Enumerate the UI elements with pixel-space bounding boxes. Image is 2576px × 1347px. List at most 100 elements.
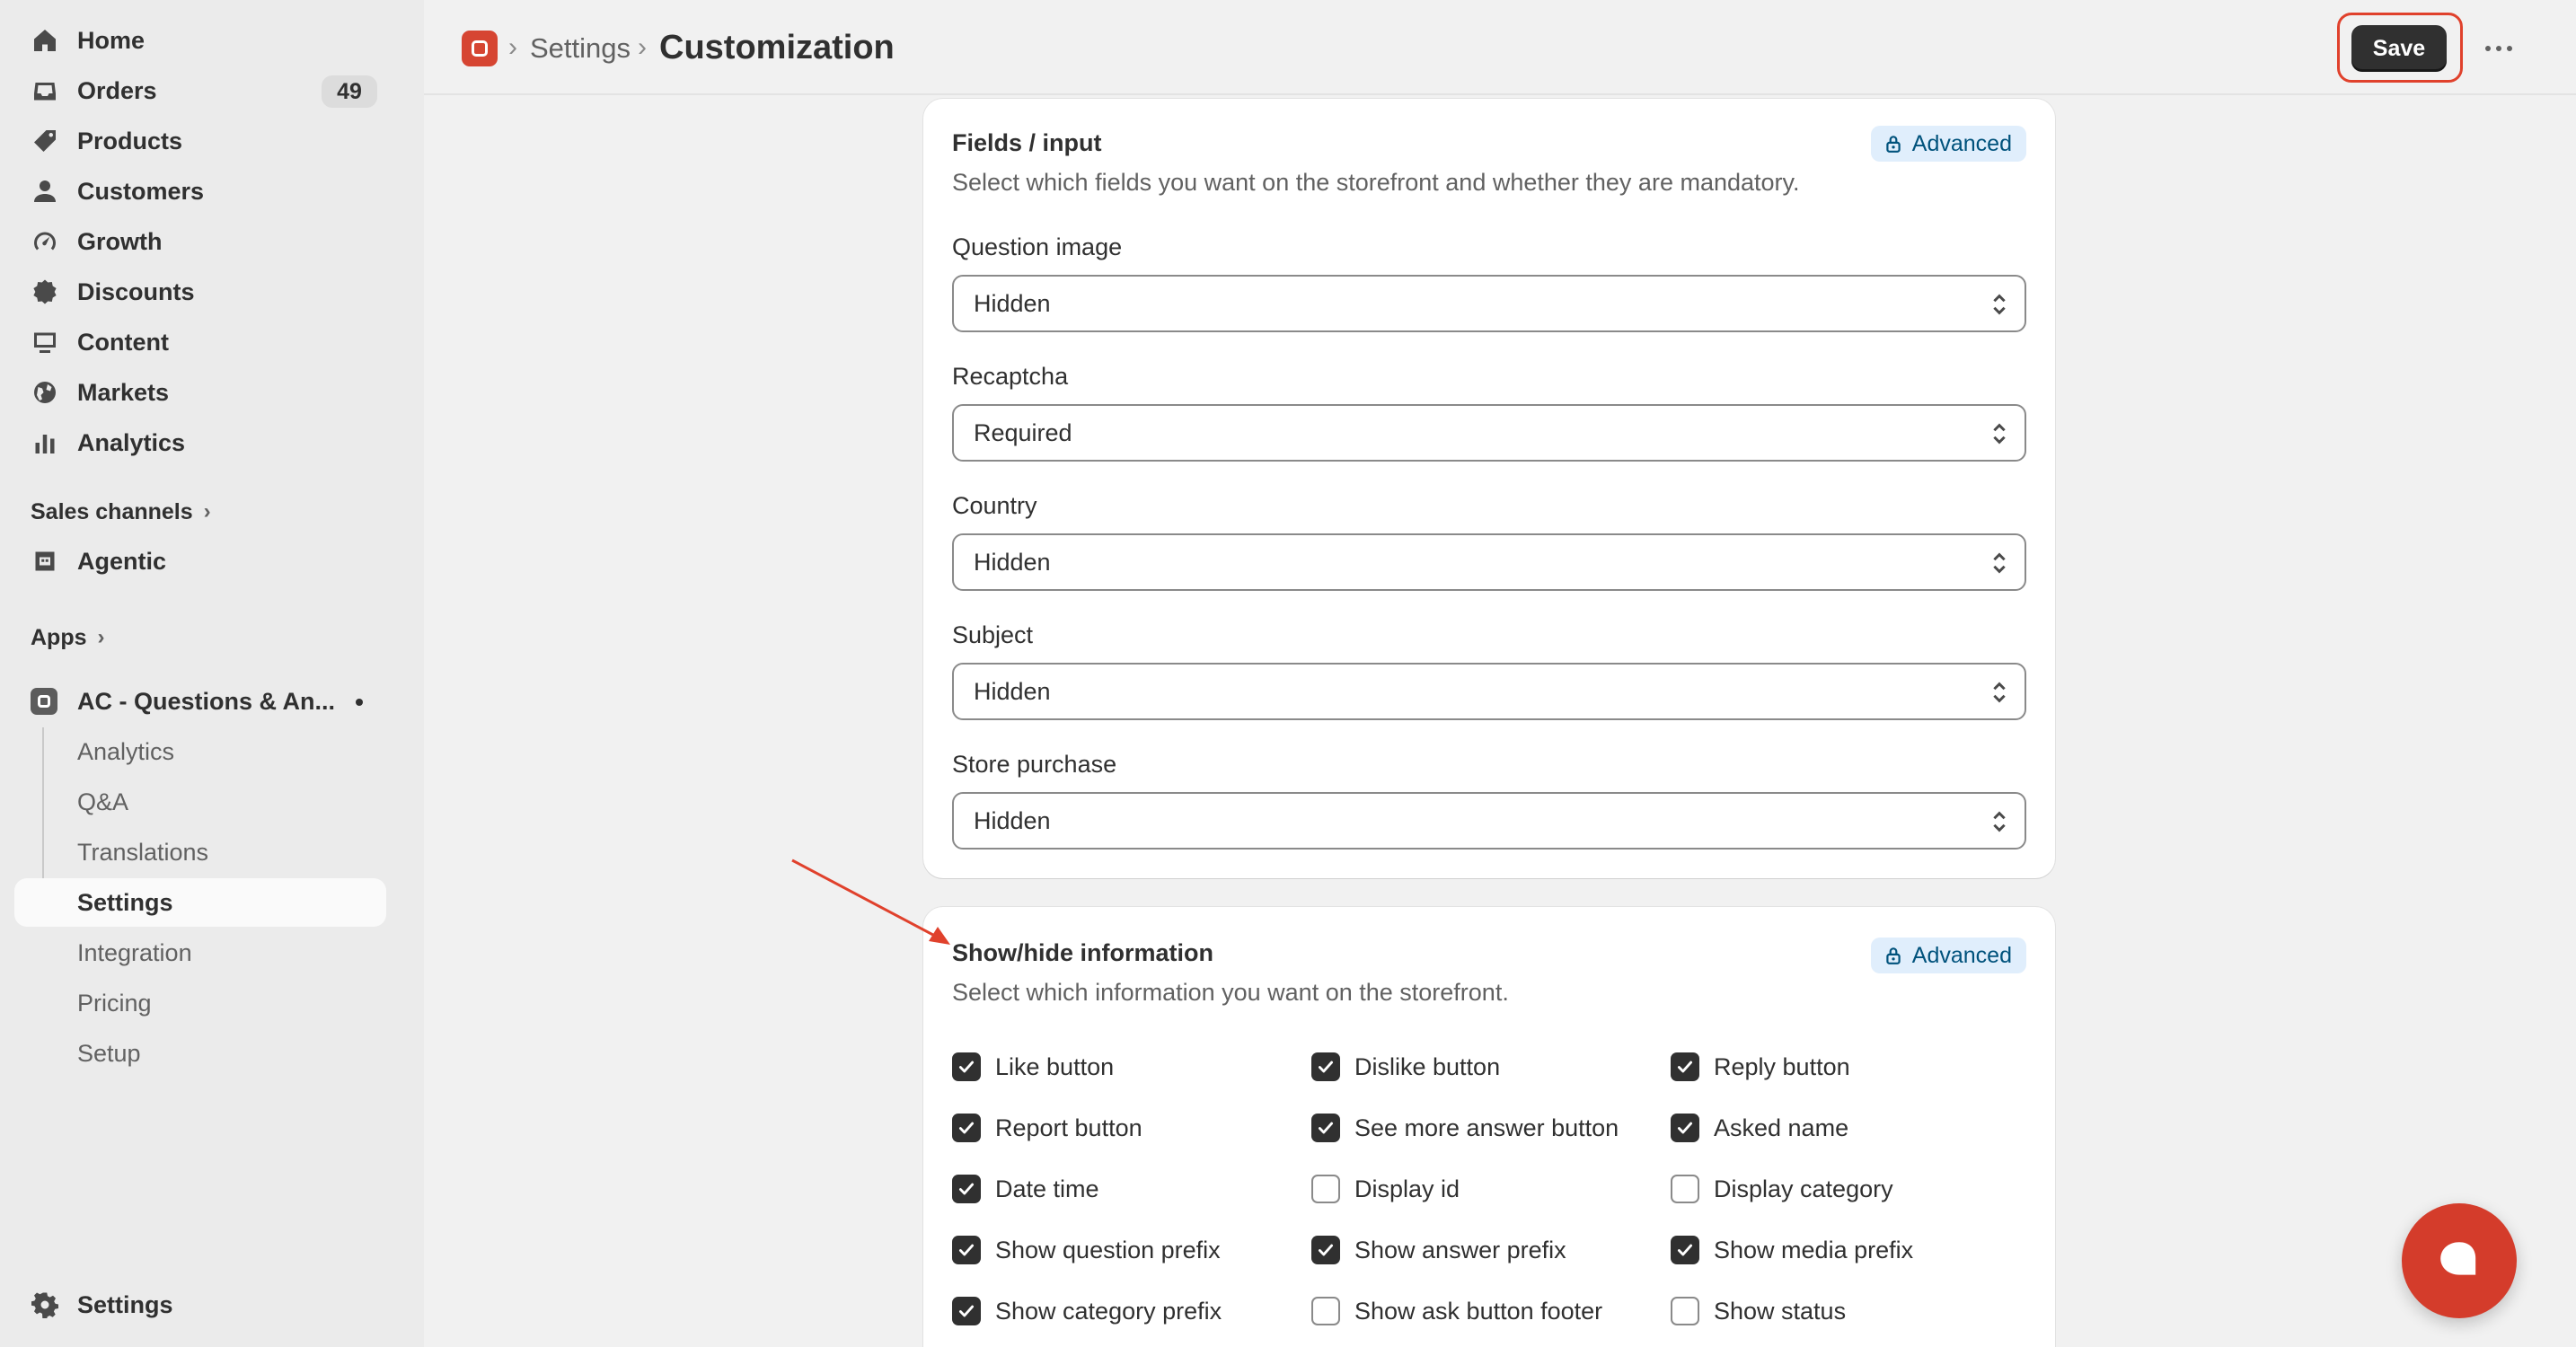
checkbox-checked-icon[interactable] [952,1052,981,1081]
checkbox-checked-icon[interactable] [952,1297,981,1325]
checkbox-checked-icon[interactable] [1311,1052,1340,1081]
checkbox-show-status[interactable]: Show status [1671,1297,1846,1325]
checkbox-checked-icon[interactable] [1311,1114,1340,1142]
sidebar-item-products[interactable]: Products [14,119,386,163]
store-purchase-select[interactable]: Hidden [952,792,2026,850]
recaptcha-label: Recaptcha [952,363,1069,390]
checkbox-label: Show answer prefix [1354,1236,1566,1263]
checkbox-label: Report button [995,1114,1142,1141]
advanced-badge: Advanced [1870,938,2026,973]
checkbox-display-category[interactable]: Display category [1671,1175,1893,1203]
more-actions-button[interactable] [2474,27,2524,70]
select-stepper-icon [1993,811,2006,832]
sidebar-item-content[interactable]: Content [14,320,386,365]
sidebar-item-label: Orders [77,76,157,104]
checkbox-label: Show status [1714,1297,1847,1325]
unread-dot [356,699,363,706]
checkbox-show-category-prefix[interactable]: Show category prefix [952,1297,1222,1325]
fields-input-card: Fields / input Advanced Select which fie… [923,99,2055,878]
sidebar-item-agentic[interactable]: Agentic [14,539,386,584]
lock-icon [1886,136,1901,153]
sidebar-item-label: Discounts [77,277,195,305]
sidebar-item-label: Growth [77,227,163,255]
sidebar-item-label: Customers [77,177,205,205]
checkbox-unchecked-icon[interactable] [1311,1297,1340,1325]
checkbox-checked-icon[interactable] [952,1114,981,1142]
sidebar-item-label: Agentic [77,547,167,575]
sidebar-item-growth[interactable]: Growth [14,219,386,264]
checkbox-display-id[interactable]: Display id [1311,1175,1460,1203]
checkbox-label: Dislike button [1354,1052,1501,1080]
checkbox-asked-name[interactable]: Asked name [1671,1114,1848,1142]
country-select[interactable]: Hidden [952,533,2026,591]
orders-icon [29,75,61,107]
sidebar-item-label: Content [77,328,169,356]
checkbox-date-time[interactable]: Date time [952,1175,1099,1203]
agentic-icon [29,545,61,577]
sidebar-item-customers[interactable]: Customers [14,169,386,214]
sidebar-item-label: Markets [77,378,170,406]
store-purchase-label: Store purchase [952,751,1117,778]
ellipsis-dot [2507,46,2512,51]
checkbox-show-answer-prefix[interactable]: Show answer prefix [1311,1236,1566,1264]
sidebar-item-settings[interactable]: Settings [14,1282,386,1327]
checkbox-checked-icon[interactable] [1671,1052,1699,1081]
sidebar-subitem-pricing[interactable]: Pricing [14,979,386,1027]
sidebar-subitem-settings[interactable]: Settings [14,878,386,927]
sidebar-item-markets[interactable]: Markets [14,370,386,415]
sidebar-item-analytics[interactable]: Analytics [14,420,386,465]
select-value: Required [974,418,1072,446]
checkbox-show-question-prefix[interactable]: Show question prefix [952,1236,1221,1264]
advanced-badge-label: Advanced [1911,942,2012,968]
apps-heading[interactable]: Apps › [31,620,105,656]
ellipsis-dot [2496,46,2501,51]
subject-select[interactable]: Hidden [952,663,2026,720]
checkbox-reply-button[interactable]: Reply button [1671,1052,1850,1081]
checkbox-unchecked-icon[interactable] [1671,1175,1699,1203]
sidebar-app-questions-answers[interactable]: AC - Questions & An... [14,679,386,724]
checkbox-report-button[interactable]: Report button [952,1114,1142,1142]
app-logo-icon[interactable] [462,31,498,66]
sidebar-item-orders[interactable]: Orders 49 [14,68,386,113]
card-title: Fields / input [952,129,1102,156]
sidebar-item-label: Settings [77,1290,173,1318]
sidebar-subitem-integration[interactable]: Integration [14,929,386,977]
save-button[interactable]: Save [2351,25,2447,72]
checkbox-checked-icon[interactable] [1671,1236,1699,1264]
checkbox-label: Display category [1714,1175,1893,1202]
app-name: AC - Questions & An... [77,687,336,715]
checkbox-dislike-button[interactable]: Dislike button [1311,1052,1500,1081]
question-image-select[interactable]: Hidden [952,275,2026,332]
sidebar: Home Orders 49 Products Customers Growth… [0,0,424,1347]
show-hide-information-card: Show/hide information Advanced Select wh… [923,907,2055,1347]
orders-count-badge: 49 [322,75,377,108]
checkbox-unchecked-icon[interactable] [1311,1175,1340,1203]
sidebar-subitem-qa[interactable]: Q&A [14,778,386,826]
checkbox-show-media-prefix[interactable]: Show media prefix [1671,1236,1913,1264]
checkbox-checked-icon[interactable] [1671,1114,1699,1142]
sidebar-subitem-setup[interactable]: Setup [14,1029,386,1078]
advanced-badge-label: Advanced [1911,130,2012,156]
checkbox-like-button[interactable]: Like button [952,1052,1114,1081]
chat-button[interactable] [2402,1203,2517,1318]
sidebar-item-home[interactable]: Home [14,18,386,63]
sales-channels-heading[interactable]: Sales channels › [31,494,211,530]
checkbox-checked-icon[interactable] [952,1236,981,1264]
select-stepper-icon [1993,682,2006,703]
lock-icon [1886,947,1901,964]
recaptcha-select[interactable]: Required [952,404,2026,462]
checkbox-label: Show question prefix [995,1236,1221,1263]
checkbox-unchecked-icon[interactable] [1671,1297,1699,1325]
checkbox-show-ask-button-footer[interactable]: Show ask button footer [1311,1297,1602,1325]
checkbox-see-more-answer-button[interactable]: See more answer button [1311,1114,1619,1142]
chevron-right-icon: › [97,625,105,649]
checkbox-checked-icon[interactable] [1311,1236,1340,1264]
globe-icon [29,376,61,409]
breadcrumb-settings-link[interactable]: Settings [530,32,631,65]
sidebar-subitem-analytics[interactable]: Analytics [14,727,386,776]
chat-bubble-icon [2440,1242,2476,1275]
page-header: › Settings › Customization Save [424,0,2576,95]
checkbox-checked-icon[interactable] [952,1175,981,1203]
sidebar-subitem-translations[interactable]: Translations [14,828,386,876]
sidebar-item-discounts[interactable]: Discounts [14,269,386,314]
